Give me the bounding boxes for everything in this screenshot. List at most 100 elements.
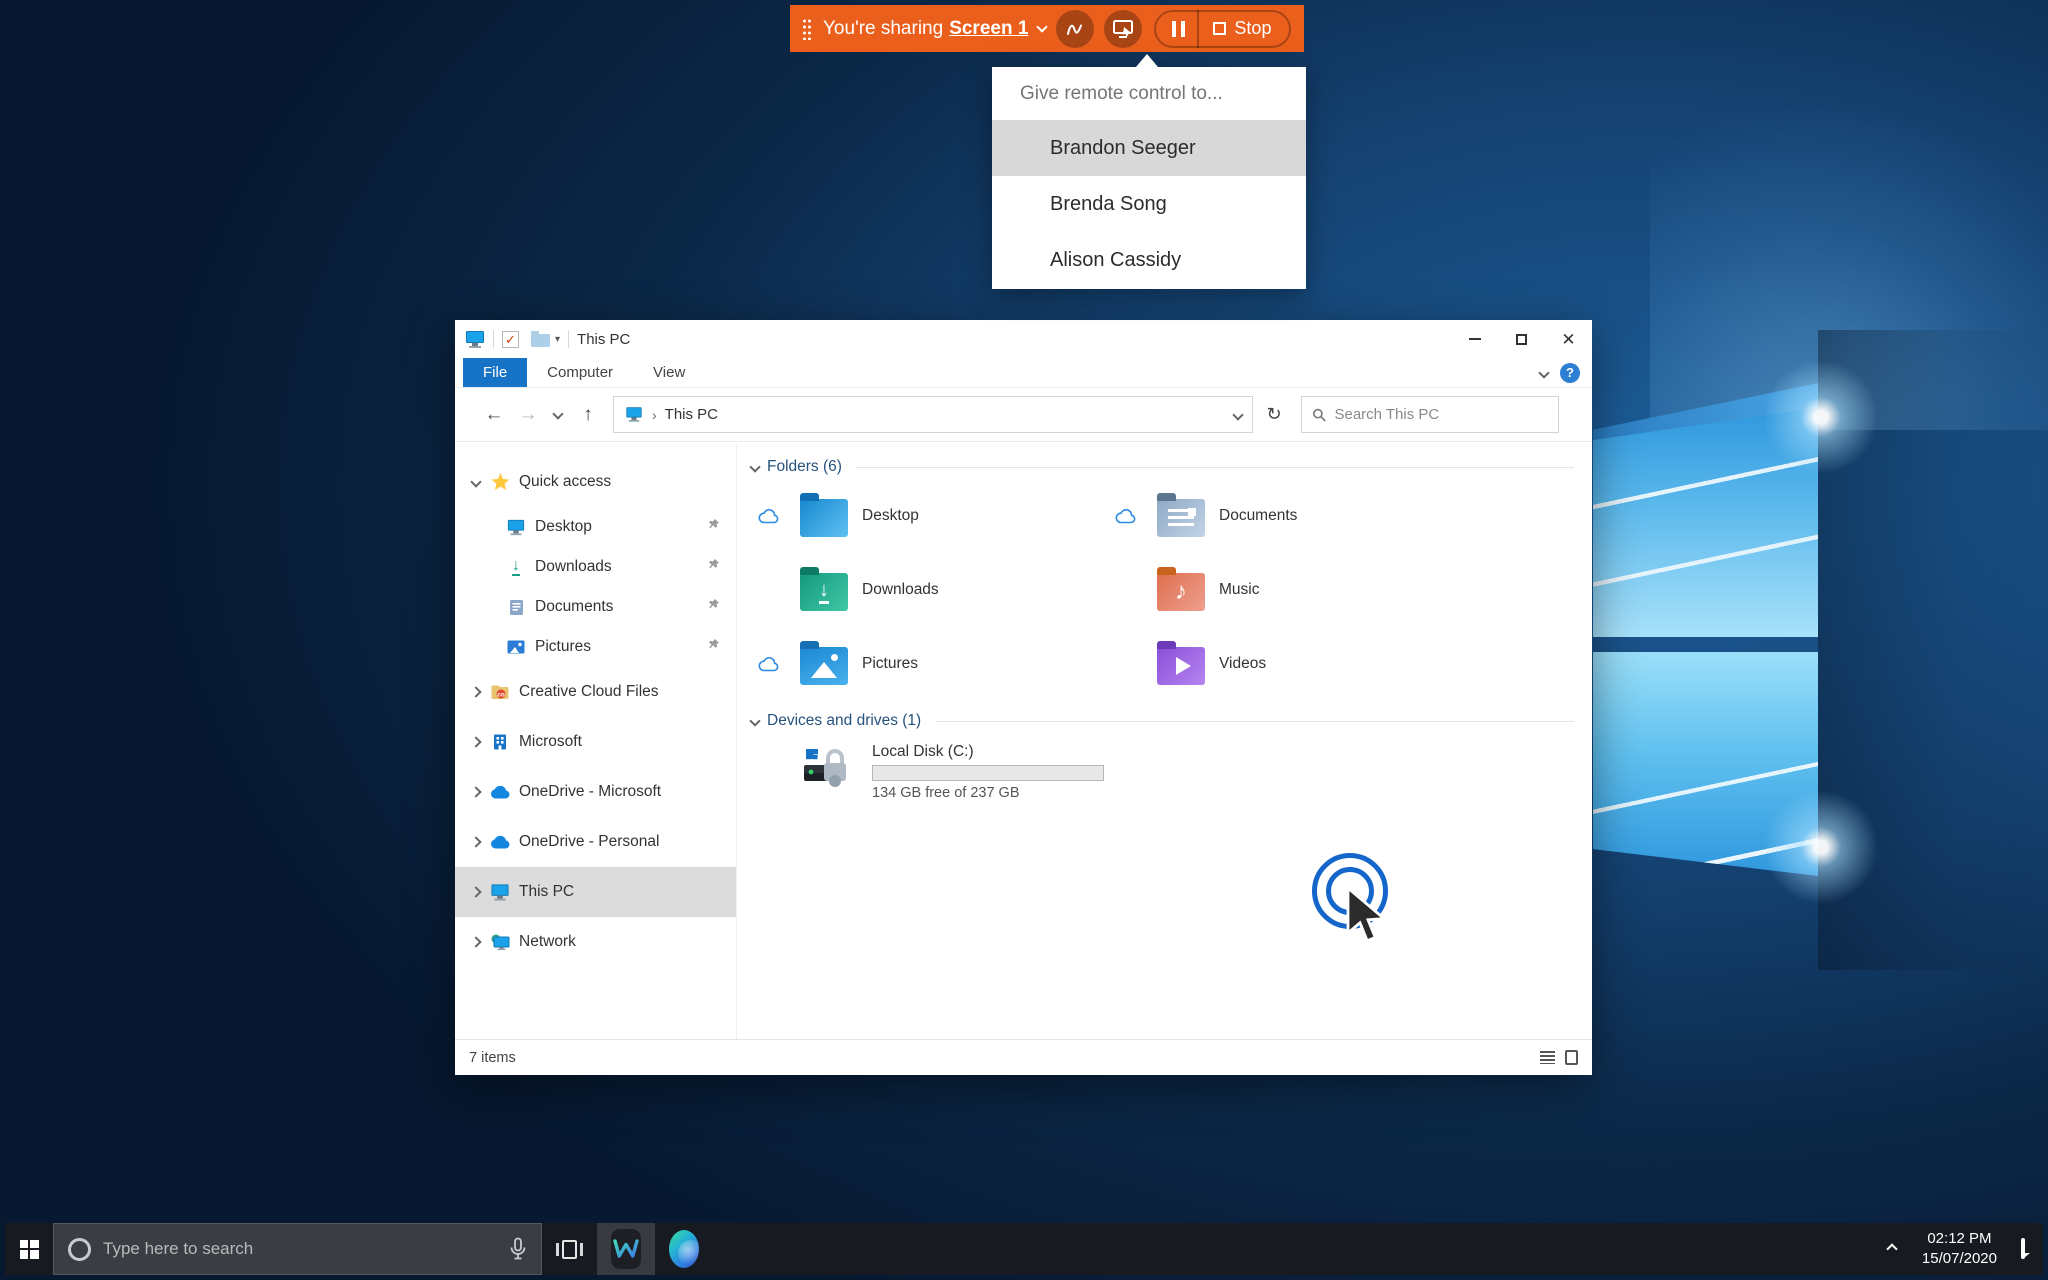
taskbar-search-input[interactable] (103, 1239, 497, 1259)
sidebar-item-pictures[interactable]: Pictures (455, 627, 736, 667)
sidebar-item-microsoft[interactable]: Microsoft (455, 717, 736, 767)
tab-view[interactable]: View (633, 358, 705, 387)
chevron-right-icon[interactable] (465, 738, 487, 746)
sidebar-item-downloads[interactable]: ↓ Downloads (455, 547, 736, 587)
forward-button[interactable]: → (511, 404, 545, 426)
large-icons-view-button[interactable] (1565, 1050, 1578, 1065)
close-button[interactable]: ✕ (1545, 320, 1592, 358)
sidebar-item-desktop[interactable]: Desktop (455, 507, 736, 547)
sidebar-item-creative-cloud[interactable]: co Creative Cloud Files (455, 667, 736, 717)
chevron-right-icon[interactable] (465, 888, 487, 896)
drive-tile-local-disk[interactable]: Local Disk (C:) 134 GB free of 237 GB (751, 743, 1574, 801)
address-dropdown-chevron[interactable] (1232, 409, 1243, 420)
customize-toolbar-caret[interactable]: ▾ (555, 334, 560, 345)
folder-icon (1157, 499, 1205, 537)
sidebar-item-onedrive-microsoft[interactable]: OneDrive - Microsoft (455, 767, 736, 817)
notification-icon (2021, 1238, 2025, 1259)
taskbar-search-box (53, 1223, 542, 1275)
up-button[interactable]: ↑ (571, 404, 605, 426)
remote-control-button[interactable] (1104, 10, 1142, 48)
folder-tile-videos[interactable]: Videos (1108, 627, 1465, 701)
chevron-down-icon[interactable] (465, 478, 487, 486)
folder-tile-documents[interactable]: Documents (1108, 479, 1465, 553)
sidebar-item-label: OneDrive - Personal (519, 833, 659, 851)
chevron-right-icon[interactable] (465, 788, 487, 796)
folder-tile-desktop[interactable]: Desktop (751, 479, 1108, 553)
show-hidden-icons-chevron[interactable] (1872, 1240, 1912, 1258)
tab-computer[interactable]: Computer (527, 358, 633, 387)
taskbar-app-edge[interactable] (655, 1223, 713, 1275)
this-pc-icon (465, 331, 485, 348)
pictures-icon (503, 640, 529, 654)
folders-section-header[interactable]: Folders (6) (751, 455, 1574, 479)
mouse-cursor (1344, 886, 1392, 948)
new-folder-quick-icon[interactable] (531, 334, 550, 347)
breadcrumb[interactable]: This PC (665, 406, 718, 423)
drive-name: Local Disk (C:) (872, 743, 1104, 761)
folder-icon: ↓ (800, 573, 848, 611)
edge-icon (669, 1230, 699, 1268)
folder-tile-music[interactable]: ♪ Music (1108, 553, 1465, 627)
taskbar-app-webex[interactable] (597, 1223, 655, 1275)
task-view-button[interactable] (542, 1223, 597, 1275)
sidebar-item-onedrive-personal[interactable]: OneDrive - Personal (455, 817, 736, 867)
onedrive-icon (487, 836, 513, 849)
folder-name: Downloads (862, 581, 939, 599)
folder-name: Documents (1219, 507, 1297, 525)
sidebar-item-label: This PC (519, 883, 574, 901)
menu-item-participant[interactable]: Alison Cassidy (992, 232, 1306, 288)
wallpaper-glow-bottom (1756, 782, 1886, 912)
properties-quick-icon[interactable]: ✓ (502, 331, 519, 348)
sidebar-item-label: OneDrive - Microsoft (519, 783, 661, 801)
address-toolbar: ← → ↑ › This PC ↻ (455, 388, 1592, 442)
recent-locations-chevron[interactable] (545, 409, 571, 421)
maximize-button[interactable] (1498, 320, 1545, 358)
drag-grip-icon[interactable] (802, 18, 811, 40)
address-bar[interactable]: › This PC (613, 396, 1253, 433)
help-icon[interactable]: ? (1560, 363, 1580, 383)
pause-sharing-button[interactable] (1160, 12, 1197, 46)
titlebar: ✓ ▾ This PC ✕ (455, 320, 1592, 358)
chevron-right-icon[interactable] (465, 688, 487, 696)
chevron-right-icon[interactable] (465, 938, 487, 946)
action-center-button[interactable] (2007, 1240, 2043, 1258)
sidebar-item-label: Downloads (535, 558, 612, 576)
sharing-target-link[interactable]: Screen 1 (949, 18, 1028, 40)
clock-date: 15/07/2020 (1922, 1249, 1997, 1269)
menu-item-participant[interactable]: Brenda Song (992, 176, 1306, 232)
onedrive-status-icon (758, 509, 780, 524)
pin-icon (707, 518, 720, 536)
sidebar-item-label: Quick access (519, 473, 611, 491)
file-explorer-window: ✓ ▾ This PC ✕ File Computer View ? ← → (455, 320, 1592, 1075)
start-button[interactable] (5, 1223, 53, 1275)
devices-section-header[interactable]: Devices and drives (1) (751, 709, 1574, 733)
collapse-section-chevron[interactable] (749, 715, 760, 726)
minimize-button[interactable] (1451, 320, 1498, 358)
refresh-button[interactable]: ↻ (1253, 404, 1295, 425)
remote-menu-header: Give remote control to... (992, 67, 1306, 120)
chevron-down-icon[interactable] (1037, 21, 1048, 32)
documents-icon (503, 599, 529, 616)
sidebar-item-quick-access[interactable]: Quick access (455, 457, 736, 507)
taskbar: 02:12 PM 15/07/2020 (5, 1223, 2043, 1275)
folder-tile-pictures[interactable]: Pictures (751, 627, 1108, 701)
microphone-icon[interactable] (509, 1237, 527, 1261)
collapse-ribbon-chevron[interactable] (1538, 367, 1549, 378)
sidebar-item-network[interactable]: Network (455, 917, 736, 967)
folder-tile-downloads[interactable]: ↓ Downloads (751, 553, 1108, 627)
chevron-right-icon[interactable] (465, 838, 487, 846)
back-button[interactable]: ← (477, 404, 511, 426)
menu-item-participant[interactable]: Brandon Seeger (992, 120, 1306, 176)
stop-sharing-button[interactable]: Stop (1199, 12, 1285, 46)
sidebar-item-this-pc[interactable]: This PC (455, 867, 736, 917)
remote-control-icon (1112, 19, 1134, 39)
task-view-icon (556, 1240, 583, 1259)
search-input[interactable] (1334, 406, 1548, 423)
sidebar-item-documents[interactable]: Documents (455, 587, 736, 627)
details-view-button[interactable] (1540, 1051, 1555, 1064)
taskbar-clock[interactable]: 02:12 PM 15/07/2020 (1912, 1229, 2007, 1270)
annotate-button[interactable] (1056, 10, 1094, 48)
this-pc-icon (626, 407, 643, 421)
collapse-section-chevron[interactable] (749, 461, 760, 472)
tab-file[interactable]: File (463, 358, 527, 387)
